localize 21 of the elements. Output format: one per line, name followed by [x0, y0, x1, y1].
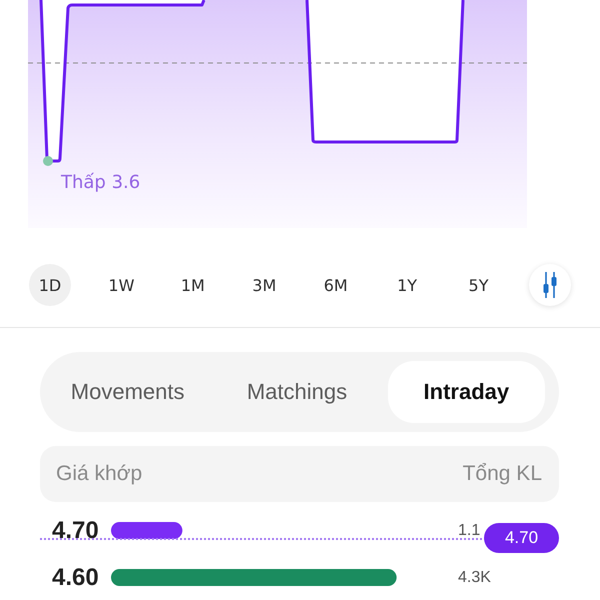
chart-type-button[interactable]	[528, 264, 571, 306]
price-cell-text: 4.60	[52, 565, 100, 590]
period-tab[interactable]: 3M	[243, 264, 286, 306]
period-tab[interactable]: 1W	[100, 264, 142, 306]
period-tab[interactable]: 1Y	[386, 264, 428, 306]
period-tab[interactable]: 1M	[172, 264, 214, 306]
view-tab[interactable]: Intraday	[388, 361, 545, 423]
period-tab[interactable]: 1D	[29, 264, 71, 306]
column-header: Tổng KL	[462, 462, 542, 486]
view-tab[interactable]: Matchings	[218, 361, 376, 423]
volume-cell: 1.1	[458, 522, 480, 540]
current-price-badge: 4.70	[484, 523, 559, 553]
low-price-label: Thấp 3.6	[61, 172, 140, 193]
volume-cell: 4.3K	[458, 568, 491, 586]
view-tab[interactable]: Movements	[49, 361, 206, 423]
price-cell-text: 4.70	[52, 518, 100, 543]
candlestick-icon	[542, 272, 558, 298]
period-tab[interactable]: 5Y	[458, 264, 500, 306]
low-point-icon	[43, 156, 53, 166]
period-tab[interactable]: 6M	[314, 264, 357, 306]
column-header: Giá khớp	[56, 462, 142, 486]
